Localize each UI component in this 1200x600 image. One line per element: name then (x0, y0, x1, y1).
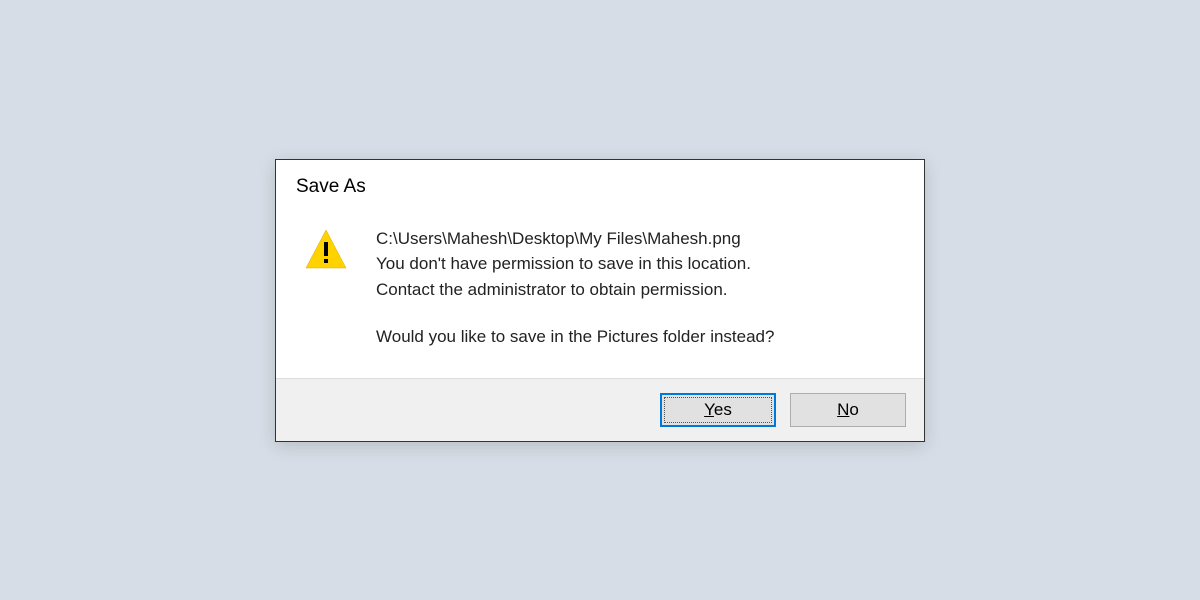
yes-button[interactable]: Yes (660, 393, 776, 427)
yes-label-rest: es (714, 400, 732, 419)
message-spacer (376, 302, 774, 324)
dialog-title: Save As (276, 160, 924, 198)
dialog-body: C:\Users\Mahesh\Desktop\My Files\Mahesh.… (276, 198, 924, 378)
warning-icon (304, 228, 348, 272)
no-label-rest: o (849, 400, 858, 419)
message-file-path: C:\Users\Mahesh\Desktop\My Files\Mahesh.… (376, 226, 774, 252)
dialog-message: C:\Users\Mahesh\Desktop\My Files\Mahesh.… (376, 226, 774, 350)
no-mnemonic: N (837, 400, 849, 419)
message-question: Would you like to save in the Pictures f… (376, 324, 774, 350)
message-permission-denied: You don't have permission to save in thi… (376, 251, 774, 277)
yes-mnemonic: Y (704, 400, 714, 419)
no-button[interactable]: No (790, 393, 906, 427)
save-as-dialog: Save As C:\Users\Mahesh\Desktop\My Files… (275, 159, 925, 442)
dialog-footer: Yes No (276, 378, 924, 441)
message-contact-admin: Contact the administrator to obtain perm… (376, 277, 774, 303)
